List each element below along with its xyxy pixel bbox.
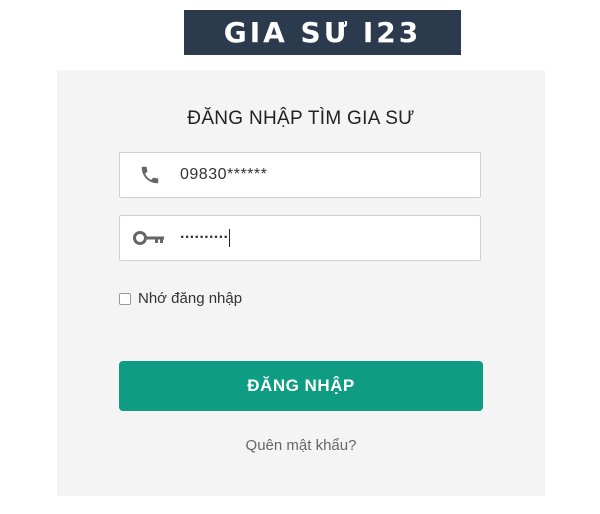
site-logo[interactable]: GIA SƯ I23 xyxy=(184,10,461,55)
key-icon xyxy=(120,230,180,246)
login-title: ĐĂNG NHẬP TÌM GIA SƯ xyxy=(187,108,415,129)
phone-value: 09830****** xyxy=(180,166,268,183)
forgot-password-link[interactable]: Quên mật khẩu? xyxy=(57,437,545,454)
logo-text: GIA SƯ I23 xyxy=(223,16,422,49)
phone-field[interactable]: 09830****** xyxy=(119,152,481,198)
remember-label[interactable]: Nhớ đăng nhập xyxy=(138,290,242,307)
login-page: GIA SƯ I23 ĐĂNG NHẬP TÌM GIA SƯ 09830***… xyxy=(0,0,600,514)
login-card: ĐĂNG NHẬP TÌM GIA SƯ 09830****** ·······… xyxy=(57,70,545,496)
password-value: ·········· xyxy=(180,229,231,247)
phone-icon xyxy=(120,164,180,186)
login-button[interactable]: ĐĂNG NHẬP xyxy=(119,361,483,411)
password-field[interactable]: ·········· xyxy=(119,215,481,261)
remember-checkbox[interactable] xyxy=(119,292,131,305)
remember-me[interactable]: Nhớ đăng nhập xyxy=(119,290,242,307)
